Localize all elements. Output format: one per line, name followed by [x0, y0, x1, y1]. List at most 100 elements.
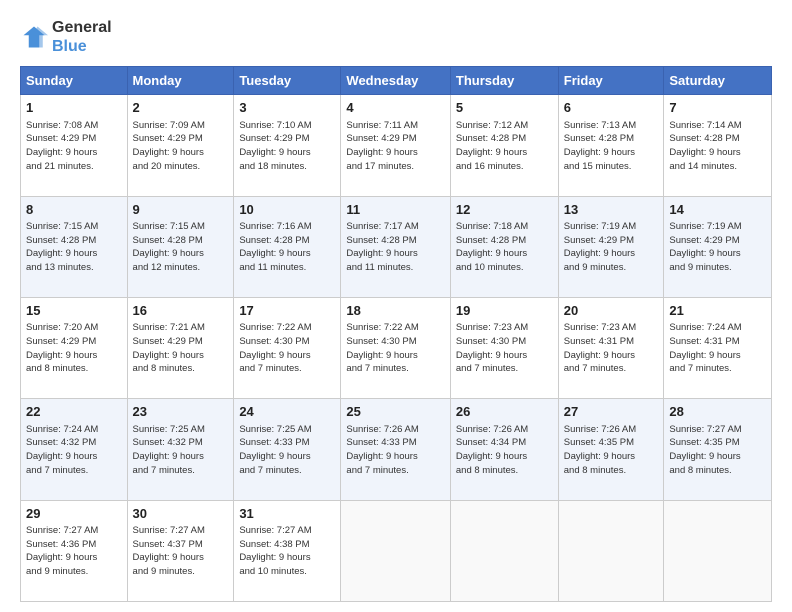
- day-number: 1: [26, 99, 122, 117]
- calendar-cell: 18 Sunrise: 7:22 AM Sunset: 4:30 PM Dayl…: [341, 298, 450, 399]
- calendar-cell: 9 Sunrise: 7:15 AM Sunset: 4:28 PM Dayli…: [127, 196, 234, 297]
- calendar-week-5: 29 Sunrise: 7:27 AM Sunset: 4:36 PM Dayl…: [21, 500, 772, 601]
- calendar-cell: 5 Sunrise: 7:12 AM Sunset: 4:28 PM Dayli…: [450, 95, 558, 196]
- day-number: 25: [346, 403, 444, 421]
- day-info: Sunrise: 7:15 AM Sunset: 4:28 PM Dayligh…: [26, 220, 122, 275]
- day-number: 9: [133, 201, 229, 219]
- day-info: Sunrise: 7:20 AM Sunset: 4:29 PM Dayligh…: [26, 321, 122, 376]
- day-number: 22: [26, 403, 122, 421]
- calendar-cell: 13 Sunrise: 7:19 AM Sunset: 4:29 PM Dayl…: [558, 196, 664, 297]
- logo-icon: [20, 23, 48, 51]
- header-tuesday: Tuesday: [234, 67, 341, 95]
- day-number: 16: [133, 302, 229, 320]
- header-friday: Friday: [558, 67, 664, 95]
- logo: General Blue: [20, 18, 112, 56]
- calendar-week-2: 8 Sunrise: 7:15 AM Sunset: 4:28 PM Dayli…: [21, 196, 772, 297]
- day-number: 24: [239, 403, 335, 421]
- day-number: 29: [26, 505, 122, 523]
- calendar-cell: 16 Sunrise: 7:21 AM Sunset: 4:29 PM Dayl…: [127, 298, 234, 399]
- day-number: 5: [456, 99, 553, 117]
- day-number: 17: [239, 302, 335, 320]
- day-number: 8: [26, 201, 122, 219]
- calendar-cell: 21 Sunrise: 7:24 AM Sunset: 4:31 PM Dayl…: [664, 298, 772, 399]
- day-number: 13: [564, 201, 659, 219]
- day-info: Sunrise: 7:19 AM Sunset: 4:29 PM Dayligh…: [669, 220, 766, 275]
- calendar-cell: 28 Sunrise: 7:27 AM Sunset: 4:35 PM Dayl…: [664, 399, 772, 500]
- day-number: 4: [346, 99, 444, 117]
- day-info: Sunrise: 7:27 AM Sunset: 4:37 PM Dayligh…: [133, 524, 229, 579]
- day-number: 30: [133, 505, 229, 523]
- day-info: Sunrise: 7:25 AM Sunset: 4:32 PM Dayligh…: [133, 423, 229, 478]
- calendar-cell: 6 Sunrise: 7:13 AM Sunset: 4:28 PM Dayli…: [558, 95, 664, 196]
- calendar-cell: 14 Sunrise: 7:19 AM Sunset: 4:29 PM Dayl…: [664, 196, 772, 297]
- day-number: 14: [669, 201, 766, 219]
- calendar-cell: 22 Sunrise: 7:24 AM Sunset: 4:32 PM Dayl…: [21, 399, 128, 500]
- day-info: Sunrise: 7:27 AM Sunset: 4:38 PM Dayligh…: [239, 524, 335, 579]
- calendar-cell: 4 Sunrise: 7:11 AM Sunset: 4:29 PM Dayli…: [341, 95, 450, 196]
- day-info: Sunrise: 7:27 AM Sunset: 4:35 PM Dayligh…: [669, 423, 766, 478]
- day-info: Sunrise: 7:08 AM Sunset: 4:29 PM Dayligh…: [26, 119, 122, 174]
- calendar-cell: [450, 500, 558, 601]
- calendar-cell: 27 Sunrise: 7:26 AM Sunset: 4:35 PM Dayl…: [558, 399, 664, 500]
- calendar-table: Sunday Monday Tuesday Wednesday Thursday…: [20, 66, 772, 602]
- day-info: Sunrise: 7:11 AM Sunset: 4:29 PM Dayligh…: [346, 119, 444, 174]
- day-number: 7: [669, 99, 766, 117]
- calendar-cell: 2 Sunrise: 7:09 AM Sunset: 4:29 PM Dayli…: [127, 95, 234, 196]
- day-info: Sunrise: 7:26 AM Sunset: 4:34 PM Dayligh…: [456, 423, 553, 478]
- day-info: Sunrise: 7:13 AM Sunset: 4:28 PM Dayligh…: [564, 119, 659, 174]
- header-wednesday: Wednesday: [341, 67, 450, 95]
- calendar-cell: [558, 500, 664, 601]
- day-info: Sunrise: 7:21 AM Sunset: 4:29 PM Dayligh…: [133, 321, 229, 376]
- day-number: 27: [564, 403, 659, 421]
- calendar-cell: 30 Sunrise: 7:27 AM Sunset: 4:37 PM Dayl…: [127, 500, 234, 601]
- day-info: Sunrise: 7:19 AM Sunset: 4:29 PM Dayligh…: [564, 220, 659, 275]
- calendar-cell: 7 Sunrise: 7:14 AM Sunset: 4:28 PM Dayli…: [664, 95, 772, 196]
- calendar-cell: 29 Sunrise: 7:27 AM Sunset: 4:36 PM Dayl…: [21, 500, 128, 601]
- header-monday: Monday: [127, 67, 234, 95]
- day-info: Sunrise: 7:25 AM Sunset: 4:33 PM Dayligh…: [239, 423, 335, 478]
- calendar-cell: 19 Sunrise: 7:23 AM Sunset: 4:30 PM Dayl…: [450, 298, 558, 399]
- calendar-cell: 12 Sunrise: 7:18 AM Sunset: 4:28 PM Dayl…: [450, 196, 558, 297]
- day-number: 3: [239, 99, 335, 117]
- day-info: Sunrise: 7:26 AM Sunset: 4:33 PM Dayligh…: [346, 423, 444, 478]
- calendar-cell: 11 Sunrise: 7:17 AM Sunset: 4:28 PM Dayl…: [341, 196, 450, 297]
- day-number: 28: [669, 403, 766, 421]
- day-number: 18: [346, 302, 444, 320]
- calendar-cell: 20 Sunrise: 7:23 AM Sunset: 4:31 PM Dayl…: [558, 298, 664, 399]
- day-info: Sunrise: 7:12 AM Sunset: 4:28 PM Dayligh…: [456, 119, 553, 174]
- day-number: 11: [346, 201, 444, 219]
- day-info: Sunrise: 7:16 AM Sunset: 4:28 PM Dayligh…: [239, 220, 335, 275]
- calendar-cell: [664, 500, 772, 601]
- calendar-body: 1 Sunrise: 7:08 AM Sunset: 4:29 PM Dayli…: [21, 95, 772, 602]
- logo-text: General Blue: [52, 18, 112, 56]
- day-info: Sunrise: 7:09 AM Sunset: 4:29 PM Dayligh…: [133, 119, 229, 174]
- calendar-cell: 1 Sunrise: 7:08 AM Sunset: 4:29 PM Dayli…: [21, 95, 128, 196]
- day-info: Sunrise: 7:27 AM Sunset: 4:36 PM Dayligh…: [26, 524, 122, 579]
- calendar-cell: 8 Sunrise: 7:15 AM Sunset: 4:28 PM Dayli…: [21, 196, 128, 297]
- day-number: 6: [564, 99, 659, 117]
- calendar-week-1: 1 Sunrise: 7:08 AM Sunset: 4:29 PM Dayli…: [21, 95, 772, 196]
- day-info: Sunrise: 7:23 AM Sunset: 4:30 PM Dayligh…: [456, 321, 553, 376]
- day-info: Sunrise: 7:24 AM Sunset: 4:32 PM Dayligh…: [26, 423, 122, 478]
- day-info: Sunrise: 7:10 AM Sunset: 4:29 PM Dayligh…: [239, 119, 335, 174]
- day-info: Sunrise: 7:23 AM Sunset: 4:31 PM Dayligh…: [564, 321, 659, 376]
- calendar-cell: [341, 500, 450, 601]
- calendar-week-4: 22 Sunrise: 7:24 AM Sunset: 4:32 PM Dayl…: [21, 399, 772, 500]
- day-number: 10: [239, 201, 335, 219]
- calendar-header-row: Sunday Monday Tuesday Wednesday Thursday…: [21, 67, 772, 95]
- calendar-cell: 24 Sunrise: 7:25 AM Sunset: 4:33 PM Dayl…: [234, 399, 341, 500]
- day-info: Sunrise: 7:24 AM Sunset: 4:31 PM Dayligh…: [669, 321, 766, 376]
- day-number: 12: [456, 201, 553, 219]
- day-info: Sunrise: 7:17 AM Sunset: 4:28 PM Dayligh…: [346, 220, 444, 275]
- calendar-cell: 17 Sunrise: 7:22 AM Sunset: 4:30 PM Dayl…: [234, 298, 341, 399]
- calendar-cell: 3 Sunrise: 7:10 AM Sunset: 4:29 PM Dayli…: [234, 95, 341, 196]
- day-info: Sunrise: 7:15 AM Sunset: 4:28 PM Dayligh…: [133, 220, 229, 275]
- calendar-cell: 10 Sunrise: 7:16 AM Sunset: 4:28 PM Dayl…: [234, 196, 341, 297]
- calendar-cell: 15 Sunrise: 7:20 AM Sunset: 4:29 PM Dayl…: [21, 298, 128, 399]
- day-info: Sunrise: 7:22 AM Sunset: 4:30 PM Dayligh…: [239, 321, 335, 376]
- page: General Blue Sunday Monday Tuesday Wedne…: [0, 0, 792, 612]
- day-info: Sunrise: 7:18 AM Sunset: 4:28 PM Dayligh…: [456, 220, 553, 275]
- top-section: General Blue: [20, 18, 772, 56]
- day-info: Sunrise: 7:22 AM Sunset: 4:30 PM Dayligh…: [346, 321, 444, 376]
- calendar-week-3: 15 Sunrise: 7:20 AM Sunset: 4:29 PM Dayl…: [21, 298, 772, 399]
